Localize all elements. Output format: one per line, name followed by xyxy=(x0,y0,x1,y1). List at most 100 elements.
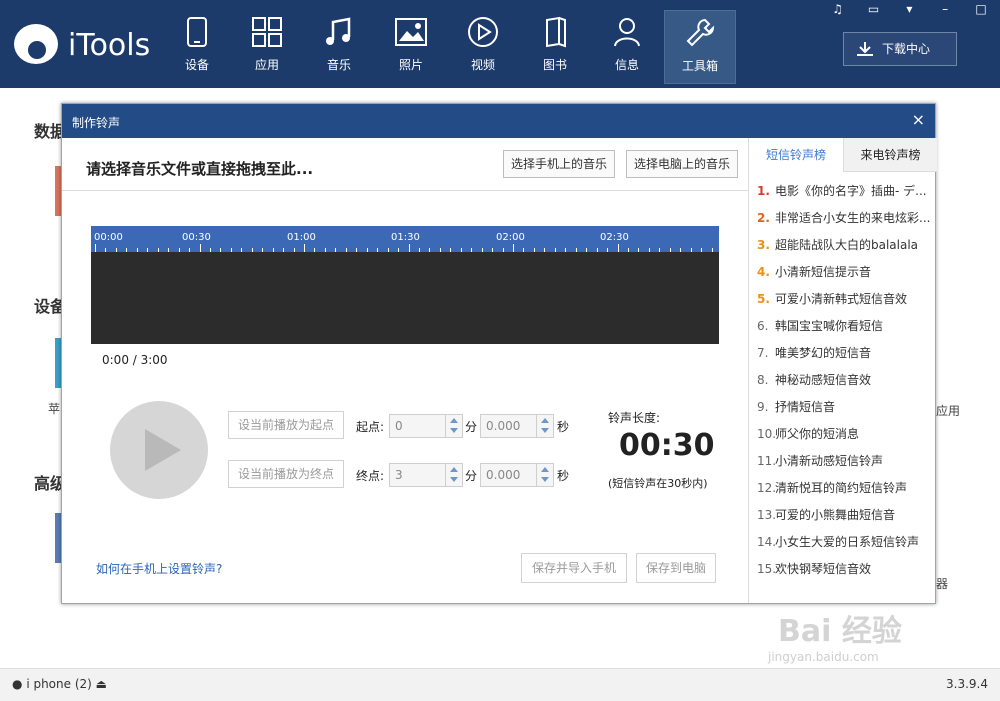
rank-number: 11. xyxy=(757,454,777,468)
second-label: 秒 xyxy=(557,469,570,483)
ranking-list-item[interactable]: 10.师父你的短消息 xyxy=(757,421,935,448)
save-to-pc-button[interactable]: 保存到电脑 xyxy=(636,553,716,583)
minute-label: 分 xyxy=(465,420,478,434)
ringtone-title: 欢快钢琴短信音效 xyxy=(775,562,872,576)
nav-books[interactable]: 图书 xyxy=(520,10,590,82)
tab-call-ranking[interactable]: 来电铃声榜 xyxy=(843,138,937,172)
ringtone-title: 唯美梦幻的短信音 xyxy=(775,346,872,360)
nav-messages[interactable]: 信息 xyxy=(592,10,662,82)
stepper-down-icon[interactable] xyxy=(450,477,458,482)
nav-video[interactable]: 视频 xyxy=(448,10,518,82)
play-button[interactable] xyxy=(110,401,208,499)
ringtone-title: 可爱小清新韩式短信音效 xyxy=(775,292,908,306)
nav-photos-label: 照片 xyxy=(398,58,423,72)
wrench-icon xyxy=(686,18,715,47)
ranking-list-item[interactable]: 14.小女生大爱的日系短信铃声 xyxy=(757,529,935,556)
nav-toolbox-label: 工具箱 xyxy=(681,59,718,73)
ranking-list-item[interactable]: 1. 电影《你的名字》插曲- デ... xyxy=(757,178,935,205)
rank-number: 5. xyxy=(757,292,770,306)
start-minute-stepper[interactable]: 0 xyxy=(389,414,463,438)
start-second-stepper[interactable]: 0.000 xyxy=(480,414,554,438)
choose-phone-music-button[interactable]: 选择手机上的音乐 xyxy=(503,150,615,178)
rank-number: 13. xyxy=(757,508,777,522)
ringtone-length-value: 00:30 xyxy=(619,428,715,463)
rank-number: 4. xyxy=(757,265,770,279)
skin-button[interactable]: ♫ xyxy=(827,0,849,18)
ranking-list-item[interactable]: 11.小清新动感短信铃声 xyxy=(757,448,935,475)
music-note-icon xyxy=(326,17,351,45)
ringtone-title: 可爱的小熊舞曲短信音 xyxy=(775,508,896,522)
ranking-list-item[interactable]: 3. 超能陆战队大白的balalala xyxy=(757,232,935,259)
rank-number: 10. xyxy=(757,427,777,441)
device-selector[interactable]: ● i phone (2) ⏏ xyxy=(12,677,107,691)
feedback-button[interactable]: ▭ xyxy=(863,0,885,18)
ringtone-title: 抒情短信音 xyxy=(775,400,836,414)
menu-button[interactable]: ▾ xyxy=(898,0,920,18)
set-start-button[interactable]: 设当前播放为起点 xyxy=(228,411,344,439)
tab-sms-ranking[interactable]: 短信铃声榜 xyxy=(749,138,843,172)
stepper-up-icon[interactable] xyxy=(541,418,549,423)
nav-video-label: 视频 xyxy=(470,58,495,72)
stepper-up-icon[interactable] xyxy=(450,418,458,423)
apple-icon: ● xyxy=(12,677,23,691)
timeline-tick-label: 01:30 xyxy=(391,232,420,243)
timeline-tick xyxy=(513,244,514,252)
minimize-button[interactable]: – xyxy=(934,0,956,18)
stepper-up-icon[interactable] xyxy=(541,467,549,472)
start-label: 起点: xyxy=(356,420,385,434)
ranking-list-item[interactable]: 13.可爱的小熊舞曲短信音 xyxy=(757,502,935,529)
ringtone-title: 小清新动感短信铃声 xyxy=(775,454,884,468)
ranking-list-item[interactable]: 12.清新悦耳的简约短信铃声 xyxy=(757,475,935,502)
ranking-list-item[interactable]: 15.欢快钢琴短信音效 xyxy=(757,556,935,583)
rank-number: 15. xyxy=(757,562,777,576)
ranking-list-item[interactable]: 5. 可爱小清新韩式短信音效 xyxy=(757,286,935,313)
ringtone-title: 韩国宝宝喊你看短信 xyxy=(775,319,884,333)
set-end-button[interactable]: 设当前播放为终点 xyxy=(228,460,344,488)
save-import-phone-button[interactable]: 保存并导入手机 xyxy=(521,553,627,583)
book-icon xyxy=(546,16,566,48)
rank-number: 12. xyxy=(757,481,777,495)
ringtone-title: 电影《你的名字》插曲- デ... xyxy=(775,184,927,198)
ranking-list-item[interactable]: 8. 神秘动感短信音效 xyxy=(757,367,935,394)
end-second-stepper[interactable]: 0.000 xyxy=(480,463,554,487)
apps-grid-icon xyxy=(252,17,282,47)
ringtone-ranking-pane: 短信铃声榜 来电铃声榜 1. 电影《你的名字》插曲- デ... 2. 非常适合小女生的… xyxy=(748,138,937,603)
play-icon xyxy=(145,429,181,471)
waveform-area[interactable] xyxy=(91,252,719,344)
ringtone-title: 小清新短信提示音 xyxy=(775,265,872,279)
stepper-down-icon[interactable] xyxy=(541,477,549,482)
nav-photos[interactable]: 照片 xyxy=(376,10,446,82)
timeline-ruler[interactable]: 00:00 00:30 01:00 01:30 02:00 02:30 xyxy=(91,226,719,252)
dialog-header: 制作铃声 × xyxy=(62,104,935,138)
howto-set-ringtone-link[interactable]: 如何在手机上设置铃声? xyxy=(96,560,222,577)
stepper-up-icon[interactable] xyxy=(450,467,458,472)
drop-prompt[interactable]: 请选择音乐文件或直接拖拽至此... xyxy=(86,158,313,179)
end-minute-value: 3 xyxy=(395,468,403,482)
device-count: (2) xyxy=(74,677,92,691)
ringtone-title: 神秘动感短信音效 xyxy=(775,373,872,387)
close-icon[interactable]: × xyxy=(912,110,925,129)
time-position: 0:00 / 3:00 xyxy=(102,353,168,367)
ranking-list-item[interactable]: 2. 非常适合小女生的来电炫彩... xyxy=(757,205,935,232)
watermark-logo: Bai 经验 xyxy=(778,614,902,649)
nav-device[interactable]: 设备 xyxy=(162,10,232,82)
stepper-down-icon[interactable] xyxy=(541,428,549,433)
ranking-list-item[interactable]: 7. 唯美梦幻的短信音 xyxy=(757,340,935,367)
choose-pc-music-button[interactable]: 选择电脑上的音乐 xyxy=(626,150,738,178)
stepper-down-icon[interactable] xyxy=(450,428,458,433)
nav-music[interactable]: 音乐 xyxy=(304,10,374,82)
end-minute-stepper[interactable]: 3 xyxy=(389,463,463,487)
second-label: 秒 xyxy=(557,420,570,434)
rank-number: 1. xyxy=(757,184,770,198)
dialog-title: 制作铃声 xyxy=(72,116,121,130)
tool-label-partial: 应用 xyxy=(936,404,961,418)
ranking-list-item[interactable]: 9. 抒情短信音 xyxy=(757,394,935,421)
nav-toolbox[interactable]: 工具箱 xyxy=(664,10,736,84)
ranking-list-item[interactable]: 6. 韩国宝宝喊你看短信 xyxy=(757,313,935,340)
nav-apps[interactable]: 应用 xyxy=(232,10,302,82)
maximize-button[interactable]: □ xyxy=(970,0,992,18)
download-center-button[interactable]: 下载中心 xyxy=(843,32,957,66)
device-name: i phone xyxy=(26,677,72,691)
eject-icon[interactable]: ⏏ xyxy=(96,677,107,691)
ranking-list-item[interactable]: 4. 小清新短信提示音 xyxy=(757,259,935,286)
